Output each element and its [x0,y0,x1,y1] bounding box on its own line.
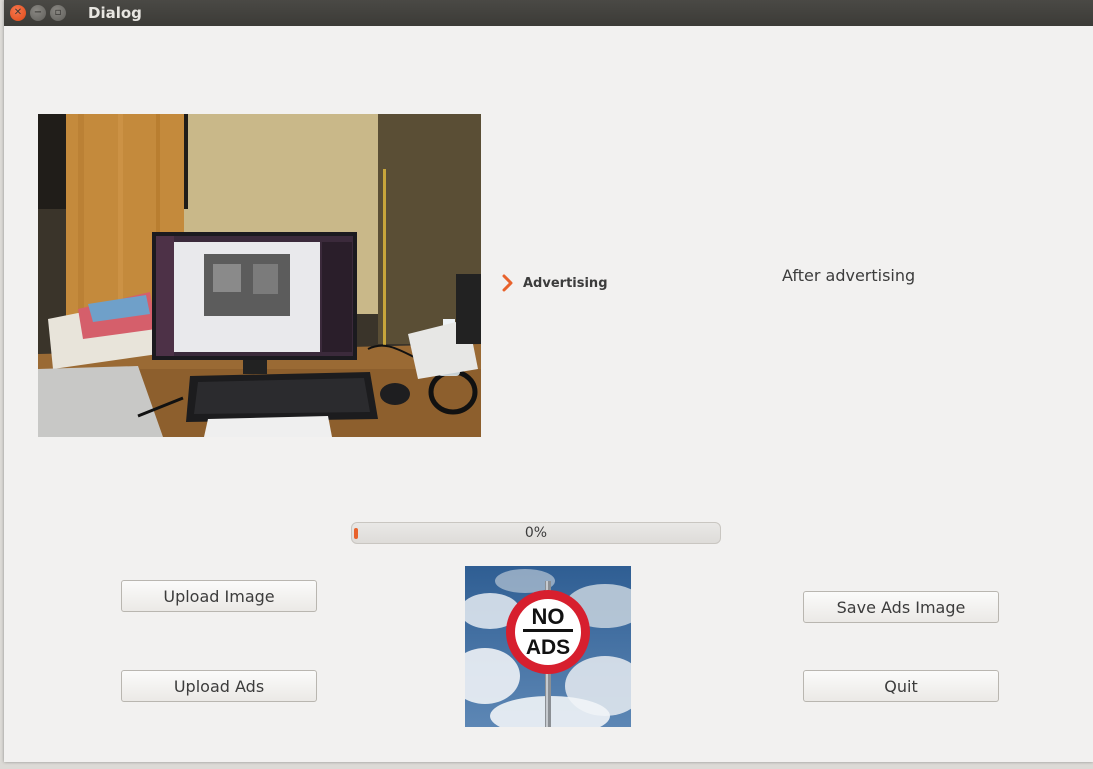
close-icon[interactable]: ✕ [10,5,26,21]
save-ads-image-button[interactable]: Save Ads Image [803,591,999,623]
window-title: Dialog [88,4,142,22]
ads-image-preview: NO ADS [465,566,631,727]
minimize-icon[interactable]: − [30,5,46,21]
progress-text: 0% [524,525,548,541]
advertising-label-group: Advertising [501,274,608,292]
quit-button[interactable]: Quit [803,670,999,702]
chevron-right-icon [502,274,513,292]
uploaded-image-preview [38,114,481,437]
upload-image-button[interactable]: Upload Image [121,580,317,612]
upload-ads-button[interactable]: Upload Ads [121,670,317,702]
maximize-icon[interactable]: ▫ [50,5,66,21]
title-bar[interactable]: ✕ − ▫ Dialog [4,0,1093,26]
advertising-label: Advertising [523,275,608,291]
sign-line1: NO [532,604,565,629]
no-ads-sign-image: NO ADS [465,566,631,727]
progress-bar: 0% [351,522,721,544]
sign-line2: ADS [526,636,570,659]
after-advertising-label: After advertising [782,266,916,285]
desk-photo [38,114,481,437]
dialog-window: ✕ − ▫ Dialog Advertising After advertisi… [4,0,1093,762]
